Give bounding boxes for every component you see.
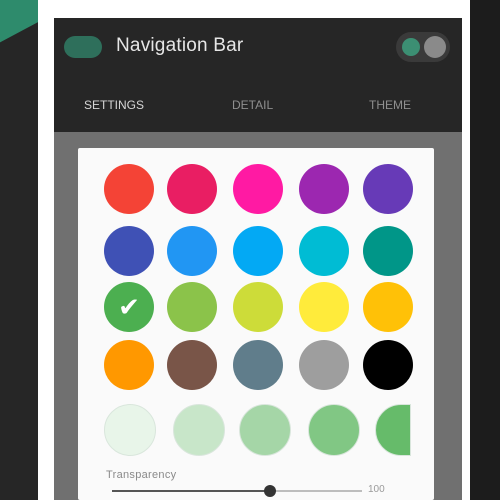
toggle-knob <box>424 36 446 58</box>
color-swatch[interactable] <box>233 282 283 332</box>
color-swatch[interactable] <box>363 340 413 390</box>
check-icon: ✔ <box>118 292 140 322</box>
app-bar: Navigation Bar <box>54 18 462 80</box>
color-swatch[interactable] <box>167 340 217 390</box>
color-swatch[interactable] <box>299 340 349 390</box>
color-swatch[interactable] <box>167 226 217 276</box>
theme-toggle[interactable] <box>396 32 450 62</box>
color-swatch[interactable] <box>104 164 154 214</box>
tab-settings[interactable]: SETTINGS <box>84 98 144 112</box>
menu-button[interactable] <box>64 36 102 58</box>
color-swatch[interactable] <box>167 164 217 214</box>
color-swatch[interactable] <box>363 282 413 332</box>
shade-swatch[interactable] <box>104 404 156 456</box>
background-left-panel <box>0 0 42 500</box>
app-screen: Navigation Bar SETTINGS DETAIL THEME Tra… <box>54 18 462 500</box>
color-swatch[interactable] <box>233 226 283 276</box>
transparency-value: 100 <box>368 484 385 495</box>
color-swatch[interactable] <box>104 340 154 390</box>
transparency-label: Transparency <box>106 469 177 481</box>
shade-swatch[interactable] <box>375 404 411 456</box>
color-swatch[interactable] <box>233 164 283 214</box>
tab-detail[interactable]: DETAIL <box>232 98 273 112</box>
toggle-knob-active <box>402 38 420 56</box>
color-swatch[interactable] <box>299 282 349 332</box>
color-swatch[interactable] <box>167 282 217 332</box>
slider-fill <box>112 490 270 492</box>
color-swatch[interactable] <box>104 226 154 276</box>
color-picker-dialog: Transparency 100 ✔ <box>78 148 434 500</box>
shade-swatch[interactable] <box>239 404 291 456</box>
color-swatch[interactable] <box>233 340 283 390</box>
tab-theme[interactable]: THEME <box>369 98 411 112</box>
slider-thumb[interactable] <box>263 485 276 497</box>
shade-swatch[interactable] <box>308 404 360 456</box>
color-swatch[interactable] <box>299 164 349 214</box>
tab-bar: SETTINGS DETAIL THEME <box>54 80 462 132</box>
shade-swatch[interactable] <box>173 404 225 456</box>
content-area: Transparency 100 ✔ <box>54 132 462 500</box>
page-title: Navigation Bar <box>116 35 244 56</box>
color-swatch[interactable] <box>363 164 413 214</box>
transparency-slider[interactable] <box>112 485 362 497</box>
color-swatch[interactable]: ✔ <box>104 282 154 332</box>
color-swatch[interactable] <box>363 226 413 276</box>
color-swatch[interactable] <box>299 226 349 276</box>
